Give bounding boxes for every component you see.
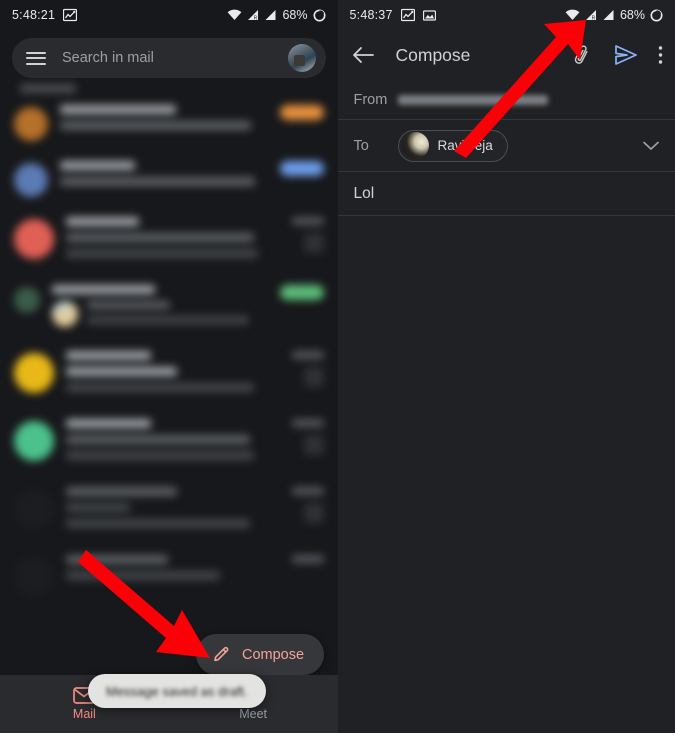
inbox-panel: 5:48:21 R 68% Search in mail Compose Mai… — [0, 0, 338, 733]
list-item[interactable] — [0, 409, 338, 477]
chart-image-icon — [400, 8, 415, 22]
page-title: Compose — [395, 44, 471, 65]
label-chip — [279, 105, 324, 120]
list-item[interactable] — [0, 275, 338, 341]
dual-screenshot-container: 5:48:21 R 68% Search in mail Compose Mai… — [0, 0, 675, 733]
timestamp — [291, 351, 324, 359]
back-arrow-icon[interactable] — [352, 46, 374, 64]
sender-avatar — [14, 353, 54, 393]
timestamp — [291, 487, 324, 495]
to-field[interactable]: To Ravi Teja — [337, 120, 675, 172]
attachment-icon[interactable] — [303, 503, 324, 523]
compose-fab[interactable]: Compose — [196, 634, 325, 675]
recipient-chip[interactable]: Ravi Teja — [397, 129, 508, 162]
from-label: From — [353, 91, 388, 108]
paperclip-icon[interactable] — [572, 44, 594, 66]
compose-fab-label: Compose — [242, 646, 305, 663]
list-item[interactable] — [0, 477, 338, 545]
wifi-icon — [227, 9, 242, 21]
inline-avatar — [52, 301, 78, 327]
sender-avatar — [14, 489, 54, 529]
message-body-field[interactable] — [338, 216, 675, 244]
label-chip — [279, 285, 324, 300]
compose-toolbar: Compose — [338, 30, 675, 80]
overflow-menu-icon[interactable] — [658, 45, 663, 65]
send-icon[interactable] — [614, 44, 638, 66]
label-chip — [279, 161, 324, 176]
status-bar-right: 5:48:37 R 68% — [338, 0, 675, 30]
subject-value: Lol — [353, 184, 375, 202]
timestamp — [291, 419, 324, 427]
wifi-icon — [565, 9, 580, 21]
email-list[interactable] — [0, 84, 338, 607]
svg-text:R: R — [254, 15, 258, 21]
signal-icon — [264, 9, 277, 21]
search-bar[interactable]: Search in mail — [12, 38, 326, 78]
section-header-label — [20, 84, 76, 93]
to-label: To — [353, 137, 369, 154]
signal-roaming-icon: R — [246, 9, 260, 21]
nav-item-mail-label: Mail — [72, 707, 96, 721]
timestamp — [291, 555, 324, 563]
sender-avatar — [14, 107, 48, 141]
chevron-down-icon[interactable] — [643, 141, 659, 151]
avatar[interactable] — [287, 44, 316, 72]
sender-avatar — [14, 287, 40, 313]
attachment-icon[interactable] — [303, 233, 324, 253]
status-bar-left: 5:48:21 R 68% — [0, 0, 338, 30]
signal-icon — [602, 9, 615, 21]
list-item[interactable] — [0, 95, 338, 151]
battery-percent: 68% — [619, 8, 645, 22]
subject-field[interactable]: Lol — [337, 172, 675, 216]
pencil-icon — [212, 645, 231, 664]
sender-avatar — [14, 421, 54, 461]
image-icon — [422, 9, 436, 22]
toast-message: Message saved as draft. — [88, 674, 266, 708]
list-item[interactable] — [0, 341, 338, 409]
list-item[interactable] — [0, 151, 338, 207]
recipient-name: Ravi Teja — [437, 138, 493, 153]
status-time: 5:48:21 — [12, 8, 56, 22]
toast-text: Message saved as draft. — [106, 683, 248, 699]
status-time: 5:48:37 — [349, 8, 393, 22]
battery-percent: 68% — [282, 8, 308, 22]
list-item[interactable] — [0, 545, 338, 607]
signal-roaming-icon: R — [584, 9, 598, 21]
sender-avatar — [14, 557, 54, 597]
recipient-avatar — [401, 132, 429, 159]
svg-text:R: R — [592, 15, 596, 21]
compose-panel: 5:48:37 R 68% Compose From To Ravi Teja … — [337, 0, 675, 733]
nav-item-meet-label: Meet — [239, 707, 268, 721]
sender-avatar — [14, 219, 54, 259]
hamburger-menu-icon[interactable] — [26, 51, 46, 65]
list-item[interactable] — [0, 207, 338, 275]
chart-image-icon — [62, 8, 78, 22]
timestamp — [291, 217, 324, 225]
battery-circle-icon — [313, 9, 326, 22]
sender-avatar — [14, 163, 48, 197]
attachment-icon[interactable] — [303, 367, 324, 387]
battery-circle-icon — [650, 9, 663, 22]
attachment-icon[interactable] — [303, 435, 324, 455]
search-input[interactable]: Search in mail — [62, 50, 288, 66]
from-address-value — [397, 94, 548, 105]
from-field[interactable]: From — [337, 80, 675, 120]
